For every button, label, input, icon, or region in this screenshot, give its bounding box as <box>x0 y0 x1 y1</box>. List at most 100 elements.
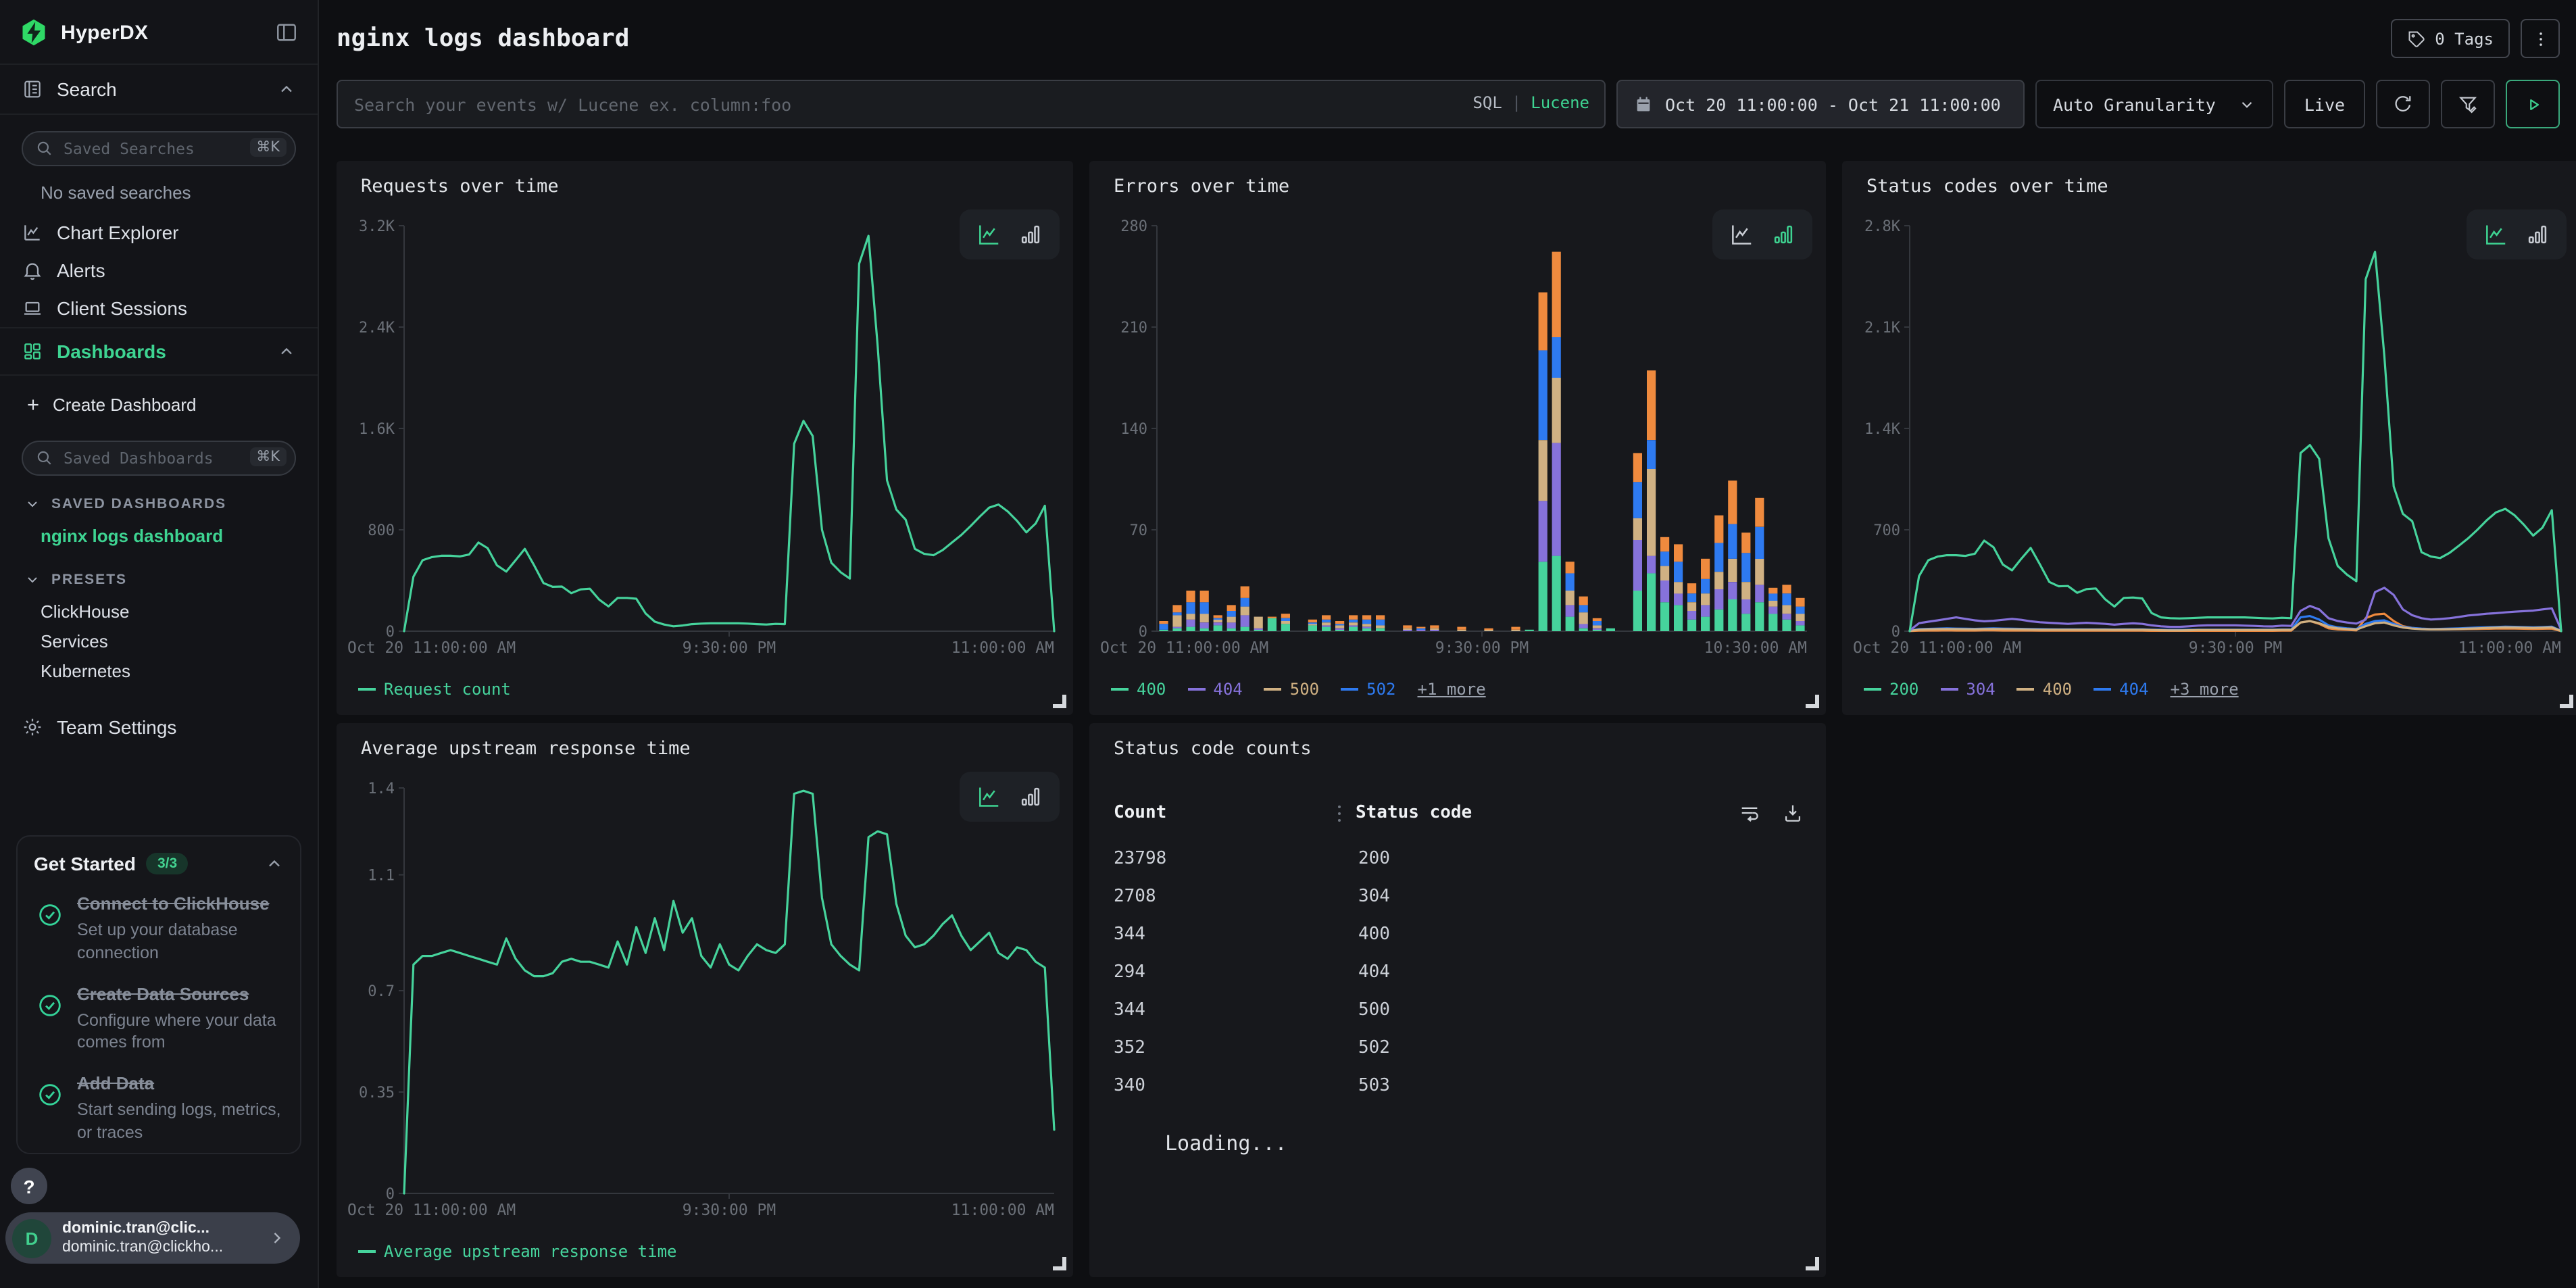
user-menu[interactable]: D dominic.tran@clic... dominic.tran@clic… <box>5 1212 300 1264</box>
run-query-button[interactable] <box>2506 80 2560 128</box>
lucene-mode-toggle[interactable]: Lucene <box>1531 93 1589 112</box>
sidebar-item-chart-explorer[interactable]: Chart Explorer <box>0 214 318 251</box>
legend-item[interactable]: Average upstream response time <box>358 1242 677 1261</box>
legend-item[interactable]: 200 <box>1864 680 1918 699</box>
cell-status-code: 304 <box>1358 886 1390 906</box>
resize-handle[interactable] <box>1053 1257 1066 1270</box>
bar-chart-icon[interactable] <box>1770 222 1796 247</box>
chart-explorer-icon <box>22 222 43 243</box>
sidebar-item-client-sessions[interactable]: Client Sessions <box>0 289 318 327</box>
sidebar-item-label: Client Sessions <box>57 297 187 319</box>
legend-item[interactable]: 304 <box>1940 680 1995 699</box>
column-header-count[interactable]: Count <box>1114 803 1333 823</box>
upstream-chart[interactable]: 00.350.71.11.4Oct 20 11:00:00 AM9:30:00 … <box>347 777 1062 1220</box>
refresh-button[interactable] <box>2376 80 2430 128</box>
svg-text:9:30:00 PM: 9:30:00 PM <box>1435 639 1529 657</box>
saved-dashboards-group[interactable]: SAVED DASHBOARDS <box>0 487 318 522</box>
bar-chart-icon[interactable] <box>1018 222 1043 247</box>
table-row[interactable]: 294404 <box>1114 953 1804 991</box>
line-chart-icon[interactable] <box>976 222 1001 247</box>
plus-icon <box>24 395 42 413</box>
column-drag-handle-icon[interactable] <box>1333 802 1346 824</box>
table-row[interactable]: 23798200 <box>1114 839 1804 877</box>
cell-status-code: 503 <box>1358 1075 1390 1095</box>
errors-chart[interactable]: 070140210280Oct 20 11:00:00 AM9:30:00 PM… <box>1100 215 1815 658</box>
resize-handle[interactable] <box>1806 1257 1819 1270</box>
svg-text:0: 0 <box>1891 624 1900 641</box>
event-search-input[interactable] <box>337 80 1606 128</box>
chevron-up-icon[interactable] <box>265 854 284 873</box>
line-chart-icon[interactable] <box>976 784 1001 810</box>
resize-handle[interactable] <box>2560 695 2573 708</box>
table-row[interactable]: 352502 <box>1114 1029 1804 1066</box>
dashboard-menu-button[interactable] <box>2521 19 2560 58</box>
chart-type-toggle[interactable] <box>2467 209 2567 259</box>
legend-item[interactable]: 400 <box>1111 680 1166 699</box>
sidebar-item-preset[interactable]: ClickHouse <box>0 597 318 627</box>
sidebar-item-dashboards[interactable]: Dashboards <box>0 327 318 376</box>
get-started-step[interactable]: Add DataStart sending logs, metrics, or … <box>36 1072 281 1145</box>
title-bar: nginx logs dashboard 0 Tags <box>334 0 2576 58</box>
resize-handle[interactable] <box>1053 695 1066 708</box>
requests-chart[interactable]: 08001.6K2.4K3.2KOct 20 11:00:00 AM9:30:0… <box>347 215 1062 658</box>
table-row[interactable]: 344400 <box>1114 915 1804 953</box>
line-chart-icon[interactable] <box>2483 222 2508 247</box>
svg-text:1.4: 1.4 <box>368 781 395 797</box>
sidebar-item-preset[interactable]: Kubernetes <box>0 657 318 687</box>
sidebar-section-search[interactable]: Search <box>0 64 318 115</box>
live-button[interactable]: Live <box>2284 80 2365 128</box>
table-row[interactable]: 340503 <box>1114 1066 1804 1104</box>
resize-handle[interactable] <box>1806 695 1819 708</box>
cell-count: 294 <box>1114 962 1358 982</box>
date-range-picker[interactable]: Oct 20 11:00:00 - Oct 21 11:00:00 <box>1616 80 2025 128</box>
app-root: HyperDX Search ⌘K No saved searches <box>0 0 2576 1288</box>
sidebar-item-preset[interactable]: Services <box>0 627 318 657</box>
legend-item[interactable]: Request count <box>358 680 511 699</box>
sidebar-item-alerts[interactable]: Alerts <box>0 251 318 289</box>
chart-type-toggle[interactable] <box>960 772 1060 822</box>
sidebar-item-team-settings[interactable]: Team Settings <box>0 708 318 746</box>
status-codes-chart[interactable]: 07001.4K2.1K2.8KOct 20 11:00:00 AM9:30:0… <box>1853 215 2569 658</box>
bar-chart-icon[interactable] <box>1018 784 1043 810</box>
chevron-right-icon <box>268 1229 287 1247</box>
sidebar-collapse-icon[interactable] <box>274 20 299 45</box>
tags-button[interactable]: 0 Tags <box>2390 19 2510 58</box>
bar-chart-icon[interactable] <box>2525 222 2550 247</box>
get-started-step[interactable]: Connect to ClickHouseSet up your databas… <box>36 892 281 965</box>
cell-status-code: 200 <box>1358 848 1390 868</box>
column-header-status-code[interactable]: Status code <box>1356 803 1472 823</box>
legend-more-link[interactable]: +1 more <box>1418 680 1486 699</box>
line-chart-icon[interactable] <box>1729 222 1754 247</box>
chart-legend: 200 304 400 404 +3 more <box>1864 680 2239 699</box>
legend-item[interactable]: 404 <box>2094 680 2148 699</box>
get-started-title: Get Started <box>34 853 136 874</box>
filter-edit-button[interactable] <box>2441 80 2495 128</box>
table-row[interactable]: 344500 <box>1114 991 1804 1029</box>
refresh-icon <box>2392 93 2414 115</box>
legend-item[interactable]: 400 <box>2017 680 2072 699</box>
sidebar-item-label: Dashboards <box>57 341 166 362</box>
legend-swatch <box>1111 688 1129 691</box>
sidebar-item-nginx-dashboard[interactable]: nginx logs dashboard <box>0 522 318 551</box>
sql-mode-toggle[interactable]: SQL <box>1472 93 1502 112</box>
legend-item[interactable]: 502 <box>1341 680 1395 699</box>
get-started-step[interactable]: Create Data SourcesConfigure where your … <box>36 982 281 1055</box>
filter-funnel-icon <box>2457 93 2479 115</box>
mode-separator: | <box>1512 93 1521 112</box>
table-row[interactable]: 2708304 <box>1114 877 1804 915</box>
sidebar-item-label: Alerts <box>57 259 105 281</box>
create-dashboard-button[interactable]: Create Dashboard <box>0 384 318 424</box>
help-button[interactable]: ? <box>11 1168 47 1204</box>
chart-type-toggle[interactable] <box>1712 209 1812 259</box>
chart-type-toggle[interactable] <box>960 209 1060 259</box>
granularity-select[interactable]: Auto Granularity <box>2035 80 2273 128</box>
legend-item[interactable]: 404 <box>1187 680 1242 699</box>
download-icon[interactable] <box>1781 801 1804 824</box>
wrap-lines-icon[interactable] <box>1738 801 1761 824</box>
cell-count: 352 <box>1114 1037 1358 1058</box>
tag-icon <box>2406 29 2425 48</box>
legend-item[interactable]: 500 <box>1264 680 1319 699</box>
legend-more-link[interactable]: +3 more <box>2171 680 2239 699</box>
step-title: Create Data Sources <box>77 983 249 1004</box>
presets-group[interactable]: PRESETS <box>0 562 318 597</box>
